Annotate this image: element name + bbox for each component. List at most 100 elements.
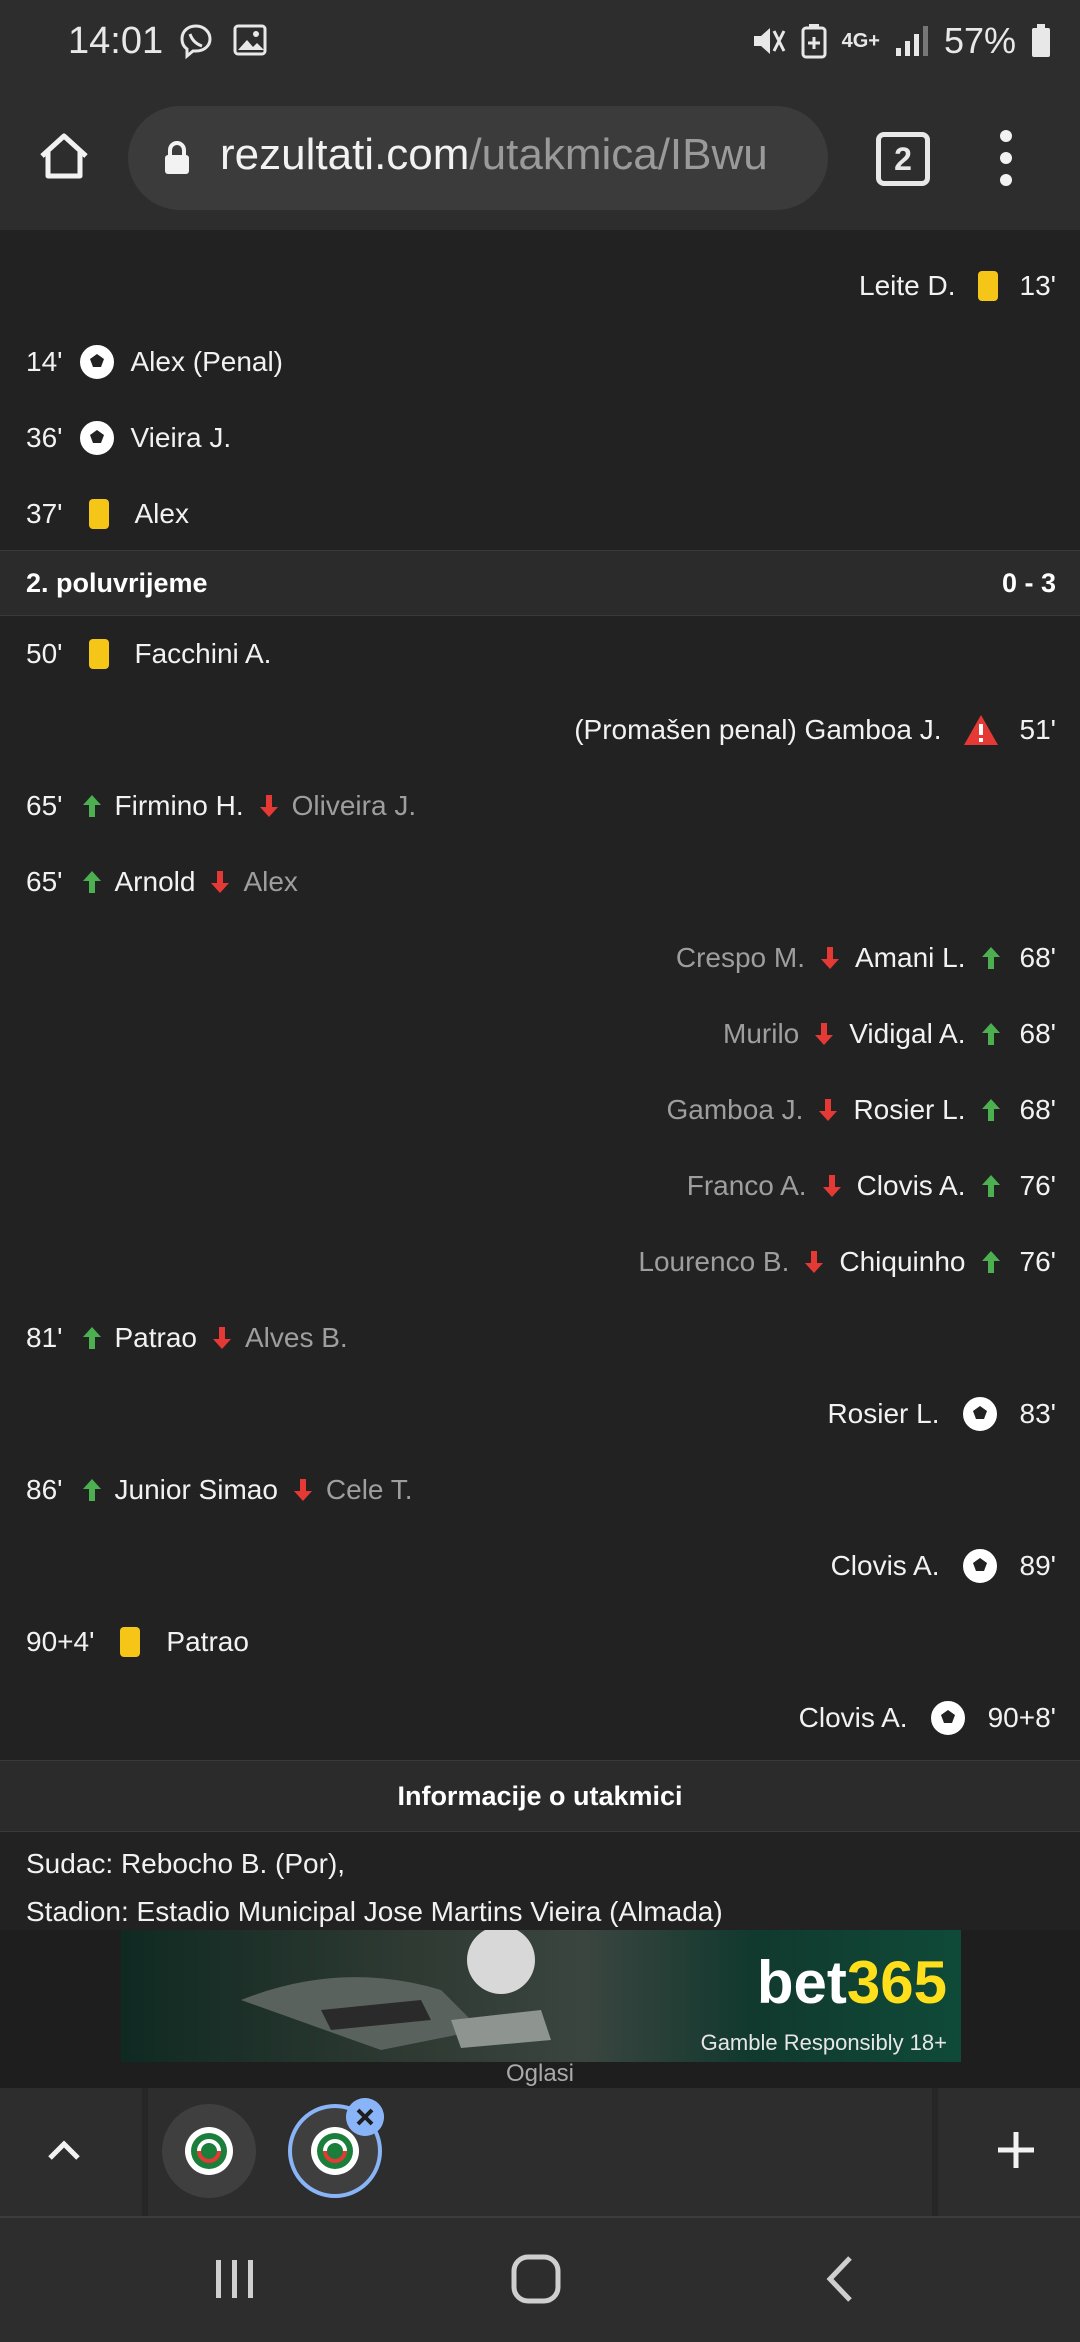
status-bar: 14:01 4G+ 57%: [0, 0, 1080, 90]
event-row: 65' Firmino H. Oliveira J.: [0, 768, 1080, 844]
system-status: 4G+ 57%: [750, 20, 1052, 62]
player-in[interactable]: Clovis A.: [857, 1170, 966, 1202]
sub-in-arrow-icon: [82, 795, 101, 817]
player-out[interactable]: Lourenco B.: [638, 1246, 789, 1278]
match-info-header: Informacije o utakmici: [0, 1760, 1080, 1832]
player-out[interactable]: Gamboa J.: [667, 1094, 804, 1126]
home-nav-icon[interactable]: [508, 2251, 564, 2307]
event-row: Rosier L. 83': [0, 1376, 1080, 1452]
ad-banner[interactable]: bet365 Gamble Responsibly 18+: [121, 1930, 961, 2062]
missed-penalty-warning-icon: [963, 715, 998, 745]
player-name[interactable]: Leite D.: [859, 270, 956, 302]
sub-out-arrow-icon: [821, 947, 839, 969]
sub-in-arrow-icon: [981, 1023, 1000, 1045]
player-in[interactable]: Patrao: [115, 1322, 198, 1354]
goal-ball-icon: [77, 419, 116, 457]
event-minute: 83': [1019, 1398, 1057, 1429]
new-tab-plus-icon[interactable]: [996, 2130, 1036, 2170]
player-in[interactable]: Amani L.: [855, 942, 966, 974]
event-row: Murilo Vidigal A. 68': [0, 996, 1080, 1072]
player-out[interactable]: Crespo M.: [676, 942, 805, 974]
player-name[interactable]: Alex (Penal): [131, 346, 284, 378]
event-minute: 14': [26, 346, 63, 377]
player-out[interactable]: Alex: [243, 866, 297, 898]
event-row: 37' Alex: [0, 476, 1080, 552]
sub-out-arrow-icon: [805, 1251, 824, 1273]
player-in[interactable]: Rosier L.: [853, 1094, 965, 1126]
player-name[interactable]: Alex: [135, 498, 189, 530]
event-minute: 86': [26, 1474, 63, 1505]
close-tab-icon[interactable]: [346, 2098, 384, 2136]
sub-out-arrow-icon: [822, 1175, 841, 1197]
event-row: 36' Vieira J.: [0, 400, 1080, 476]
player-name[interactable]: Clovis A.: [799, 1702, 908, 1734]
url-path: /utakmica/IBwu: [469, 130, 768, 179]
chevron-up-icon[interactable]: [40, 2130, 88, 2170]
event-minute: 68': [1019, 942, 1057, 973]
sub-in-arrow-icon: [981, 1251, 1000, 1273]
sub-out-arrow-icon: [213, 1327, 231, 1349]
event-row: (Promašen penal) Gamboa J. 51': [0, 692, 1080, 768]
tab-thumbnail-1[interactable]: [162, 2104, 256, 2198]
event-minute: 90+4': [26, 1626, 95, 1657]
viber-icon: [180, 24, 212, 60]
more-menu-icon[interactable]: [996, 128, 1016, 188]
player-in[interactable]: Junior Simao: [115, 1474, 278, 1506]
lock-icon: [165, 141, 189, 174]
goal-ball-icon: [960, 1395, 999, 1433]
player-in[interactable]: Arnold: [115, 866, 196, 898]
player-out[interactable]: Cele T.: [326, 1474, 413, 1506]
player-name[interactable]: Vieira J.: [131, 422, 232, 454]
notification-icons: [176, 22, 268, 62]
event-row: Clovis A. 89': [0, 1528, 1080, 1604]
bet365-logo: bet365: [756, 1949, 947, 2016]
event-minute: 50': [26, 638, 63, 669]
event-row: 65' Arnold Alex: [0, 844, 1080, 920]
player-name[interactable]: (Promašen penal) Gamboa J.: [574, 714, 941, 746]
event-row: Gamboa J. Rosier L. 68': [0, 1072, 1080, 1148]
ad-container: bet365 Gamble Responsibly 18+ Oglasi: [0, 1930, 1080, 2088]
goal-ball-icon: [77, 343, 116, 381]
url-text[interactable]: rezultati.com/utakmica/IBwu: [220, 130, 768, 180]
period-score: 0 - 3: [1001, 567, 1056, 598]
player-in[interactable]: Firmino H.: [115, 790, 244, 822]
event-row: Franco A. Clovis A. 76': [0, 1148, 1080, 1224]
yellow-card-icon: [88, 639, 109, 669]
sub-out-arrow-icon: [293, 1479, 312, 1501]
event-minute: 81': [26, 1322, 63, 1353]
player-in[interactable]: Vidigal A.: [849, 1018, 965, 1050]
player-name[interactable]: Facchini A.: [135, 638, 272, 670]
ad-subtext: Gamble Responsibly 18+: [700, 2030, 947, 2055]
player-out[interactable]: Franco A.: [687, 1170, 807, 1202]
event-row: 81' Patrao Alves B.: [0, 1300, 1080, 1376]
mute-icon: [753, 28, 785, 54]
player-name[interactable]: Clovis A.: [831, 1550, 940, 1582]
player-out[interactable]: Murilo: [723, 1018, 799, 1050]
event-minute: 65': [26, 866, 63, 897]
player-out[interactable]: Oliveira J.: [292, 790, 416, 822]
referee-info: Sudac: Rebocho B. (Por),: [26, 1848, 346, 1879]
event-row: Leite D. 13': [0, 248, 1080, 324]
event-row: 14' Alex (Penal): [0, 324, 1080, 400]
ad-label: Oglasi: [505, 2060, 575, 2087]
home-icon[interactable]: [36, 128, 92, 184]
battery-saver-icon: [801, 24, 827, 59]
address-bar[interactable]: rezultati.com/utakmica/IBwu: [128, 106, 828, 210]
sub-in-arrow-icon: [981, 1175, 1000, 1197]
player-out[interactable]: Alves B.: [245, 1322, 348, 1354]
recent-apps-icon[interactable]: [210, 2254, 260, 2304]
player-name[interactable]: Rosier L.: [827, 1398, 939, 1430]
network-type: 4G+: [841, 30, 880, 52]
player-in[interactable]: Chiquinho: [839, 1246, 965, 1278]
event-minute: 65': [26, 790, 63, 821]
event-row: 86' Junior Simao Cele T.: [0, 1452, 1080, 1528]
back-icon[interactable]: [820, 2254, 860, 2304]
tab-switcher-button[interactable]: 2: [876, 132, 930, 186]
event-minute: 36': [26, 422, 63, 453]
period-label: 2. poluvrijeme: [26, 567, 208, 598]
sub-out-arrow-icon: [259, 795, 278, 817]
player-name[interactable]: Patrao: [166, 1626, 249, 1658]
sub-in-arrow-icon: [981, 1099, 1000, 1121]
tab-strip: [0, 2088, 1080, 2216]
event-minute: 76': [1019, 1246, 1057, 1277]
